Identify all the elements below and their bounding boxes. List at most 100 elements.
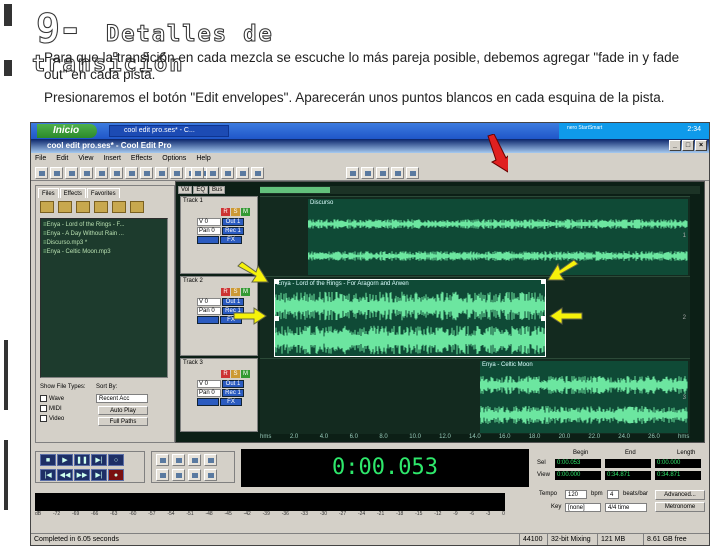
zoom-right-icon[interactable]	[172, 469, 185, 481]
paste-icon[interactable]	[140, 167, 153, 179]
advanced-button[interactable]: Advanced...	[655, 490, 705, 500]
menu-edit[interactable]: Edit	[56, 153, 68, 164]
rec-button[interactable]: Rec 1	[222, 389, 244, 397]
view-end-field[interactable]: 0:34.871	[605, 471, 651, 480]
rec-button[interactable]: Rec 1	[222, 227, 244, 235]
overview-ruler[interactable]	[260, 186, 700, 194]
close-file-icon[interactable]	[76, 201, 90, 213]
pan-field[interactable]: Pan 0	[197, 227, 221, 235]
insert-file-icon[interactable]	[221, 167, 234, 179]
play-file-icon[interactable]	[130, 201, 144, 213]
undo-icon[interactable]	[155, 167, 168, 179]
track-3-lane[interactable]: Enya - Celtic Moon 3	[260, 358, 690, 434]
lock-icon[interactable]	[361, 167, 374, 179]
track-2-lane[interactable]: Enya - Lord of the Rings - For Aragorn a…	[260, 276, 690, 358]
mute-button[interactable]: M	[241, 208, 250, 216]
fx-button[interactable]: FX	[220, 236, 242, 244]
cd-icon[interactable]	[376, 167, 389, 179]
volume-field[interactable]: V 0	[197, 218, 221, 226]
insert-icon[interactable]	[94, 201, 108, 213]
full-paths-button[interactable]: Full Paths	[98, 417, 148, 426]
import-icon[interactable]	[58, 201, 72, 213]
play-button[interactable]: ▶	[57, 454, 73, 466]
lock-button[interactable]	[197, 236, 219, 244]
view-length-field[interactable]: 0:34.871	[655, 471, 701, 480]
filter-midi[interactable]: MIDI	[40, 405, 62, 412]
menu-options[interactable]: Options	[162, 153, 186, 164]
record-arm-button[interactable]: R	[221, 288, 230, 296]
cut-icon[interactable]	[110, 167, 123, 179]
maximize-button[interactable]: □	[682, 140, 694, 151]
mute-button[interactable]: M	[241, 288, 250, 296]
record-icon[interactable]	[391, 167, 404, 179]
taskbar-item[interactable]: cool edit pro.ses* - C...	[109, 125, 229, 137]
volume-field[interactable]: V 0	[197, 298, 221, 306]
filter-video[interactable]: Video	[40, 415, 64, 422]
go-to-end-button[interactable]: ▶|	[91, 469, 107, 481]
record-arm-button[interactable]: R	[221, 370, 230, 378]
solo-button[interactable]: S	[231, 208, 240, 216]
move-tool-icon[interactable]	[191, 167, 204, 179]
solo-button[interactable]: S	[231, 370, 240, 378]
zoom-vertical-in-icon[interactable]	[188, 469, 201, 481]
list-item[interactable]: Enya - Lord of the Rings - F...	[43, 221, 165, 230]
edit-envelopes-icon[interactable]	[251, 167, 264, 179]
record-arm-button[interactable]: R	[221, 208, 230, 216]
zoom-left-icon[interactable]	[156, 469, 169, 481]
multitrack-view-icon[interactable]	[35, 167, 48, 179]
envelope-point[interactable]	[541, 316, 545, 321]
insert-track-icon[interactable]	[236, 167, 249, 179]
tab-effects[interactable]: Effects	[59, 188, 86, 198]
menu-help[interactable]: Help	[196, 153, 210, 164]
copy-icon[interactable]	[125, 167, 138, 179]
menu-effects[interactable]: Effects	[131, 153, 152, 164]
rewind-button[interactable]: ◀◀	[57, 469, 73, 481]
zoom-vertical-out-icon[interactable]	[204, 469, 217, 481]
new-session-icon[interactable]	[65, 167, 78, 179]
tab-eq[interactable]: EQ	[193, 186, 209, 194]
fast-forward-button[interactable]: ▶▶	[74, 469, 90, 481]
pause-button[interactable]: ❚❚	[74, 454, 90, 466]
open-folder-icon[interactable]	[40, 201, 54, 213]
record-button[interactable]: ●	[108, 469, 124, 481]
tab-vol[interactable]: Vol	[178, 186, 193, 194]
out-button[interactable]: Out 1	[222, 298, 244, 306]
out-button[interactable]: Out 1	[222, 380, 244, 388]
time-signature-select[interactable]: 4/4 time	[605, 503, 647, 512]
solo-button[interactable]: S	[231, 288, 240, 296]
zoom-in-icon[interactable]	[156, 454, 169, 466]
close-button[interactable]: ×	[695, 140, 707, 151]
audio-clip-celtic-moon[interactable]: Enya - Celtic Moon	[480, 361, 688, 433]
mute-button[interactable]: M	[241, 370, 250, 378]
start-button[interactable]: Inicio	[37, 124, 97, 138]
tab-files[interactable]: Files	[38, 188, 59, 198]
loop-icon[interactable]	[406, 167, 419, 179]
timeline-ruler[interactable]: hms 2.0 4.0 6.0 8.0 10.0 12.0 14.0 16.0 18.0 20.0 2…	[260, 434, 690, 442]
track-1-lane[interactable]: Discurso 1	[260, 196, 690, 276]
tab-bus[interactable]: Bus	[209, 186, 226, 194]
auto-play-button[interactable]: Auto Play	[98, 406, 148, 415]
metronome-button[interactable]: Metronome	[655, 502, 705, 512]
sort-select[interactable]: Recent Acc	[96, 394, 148, 403]
waveform-view-icon[interactable]	[50, 167, 63, 179]
lock-button[interactable]	[197, 398, 219, 406]
sel-length-field[interactable]: 0:00.000	[655, 459, 701, 468]
lock-button[interactable]	[197, 316, 219, 324]
menu-insert[interactable]: Insert	[103, 153, 121, 164]
tab-favorites[interactable]: Favorites	[86, 188, 120, 198]
sel-begin-field[interactable]: 0:00.053	[555, 459, 601, 468]
snap-icon[interactable]	[346, 167, 359, 179]
volume-field[interactable]: V 0	[197, 380, 221, 388]
view-begin-field[interactable]: 0:00.000	[555, 471, 601, 480]
pan-field[interactable]: Pan 0	[197, 307, 221, 315]
list-item[interactable]: Enya - Celtic Moon.mp3	[43, 248, 165, 257]
loop-button[interactable]: ○	[108, 454, 124, 466]
pan-field[interactable]: Pan 0	[197, 389, 221, 397]
save-icon[interactable]	[95, 167, 108, 179]
menu-view[interactable]: View	[78, 153, 93, 164]
key-select[interactable]: [none]	[565, 503, 601, 512]
sel-end-field[interactable]	[605, 459, 651, 468]
beats-field[interactable]: 4	[607, 490, 619, 499]
zoom-selection-icon[interactable]	[204, 454, 217, 466]
menu-file[interactable]: File	[35, 153, 46, 164]
